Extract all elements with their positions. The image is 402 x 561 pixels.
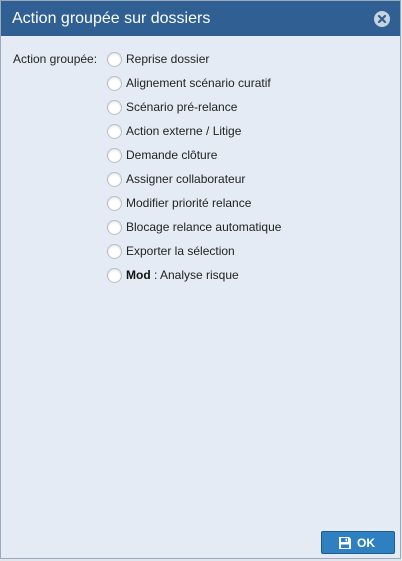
radio-button[interactable] <box>107 220 122 235</box>
radio-button[interactable] <box>107 268 122 283</box>
close-icon[interactable] <box>374 11 390 27</box>
radio-button[interactable] <box>107 124 122 139</box>
radio-button[interactable] <box>107 244 122 259</box>
option-label: Alignement scénario curatif <box>126 76 271 90</box>
option-label: Blocage relance automatique <box>126 220 282 234</box>
option-label-rest: : Analyse risque <box>150 268 239 282</box>
save-icon <box>339 537 351 549</box>
option-label: Mod : Analyse risque <box>126 268 239 282</box>
dialog-footer: OK <box>1 526 400 558</box>
ok-button-label: OK <box>357 536 375 550</box>
radio-button[interactable] <box>107 148 122 163</box>
action-field-label: Action groupée: <box>13 52 98 66</box>
option-label: Action externe / Litige <box>126 124 242 138</box>
ok-button[interactable]: OK <box>321 531 395 554</box>
option-label: Modifier priorité relance <box>126 196 252 210</box>
radio-button[interactable] <box>107 196 122 211</box>
option-label: Scénario pré-relance <box>126 100 238 114</box>
option-label: Exporter la sélection <box>126 244 235 258</box>
bulk-action-dialog: Action groupée sur dossiers Action group… <box>0 0 401 559</box>
dialog-title: Action groupée sur dossiers <box>12 10 211 27</box>
dialog-content: Action groupée: Reprise dossier Aligneme… <box>1 36 400 526</box>
option-label-bold: Mod <box>126 268 151 282</box>
radio-button[interactable] <box>107 76 122 91</box>
radio-button[interactable] <box>107 100 122 115</box>
radio-button[interactable] <box>107 172 122 187</box>
dialog-titlebar: Action groupée sur dossiers <box>1 1 400 36</box>
option-label: Assigner collaborateur <box>126 172 246 186</box>
option-label: Reprise dossier <box>126 52 210 66</box>
option-label: Demande clôture <box>126 148 218 162</box>
radio-button[interactable] <box>107 52 122 67</box>
